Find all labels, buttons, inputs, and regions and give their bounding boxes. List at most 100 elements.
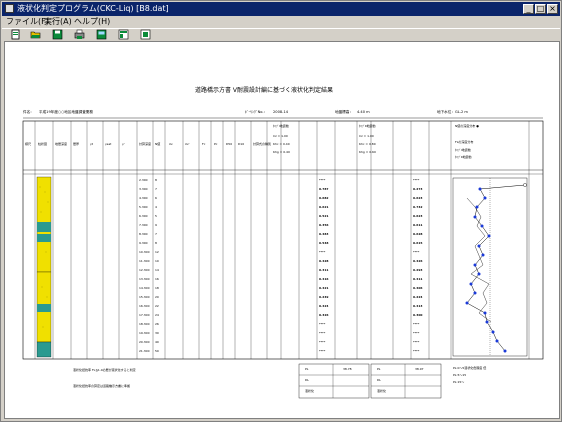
row-n-value: 22 xyxy=(155,304,159,308)
row-calc-depth: 3.300 xyxy=(139,187,148,191)
row-n-value: 14 xyxy=(155,268,159,272)
left-note-2: 液状化抵抗率の算定は道路橋示方書に準拠 xyxy=(73,384,131,388)
menu-run[interactable]: 実行(A) xyxy=(44,16,72,28)
judge2-label: 液状化 xyxy=(377,389,387,393)
row-calc-depth: 9.300 xyxy=(139,241,148,245)
title-bar: 液状化判定プログラム(CKC-Liq) [B8.dat] _ □ × xyxy=(2,2,560,16)
row-calc-depth: 18.300 xyxy=(139,322,150,326)
row-fl-type1: 0.416 xyxy=(319,277,329,281)
elevation-value: 4.40 m xyxy=(357,110,370,114)
row-fl-type2: 0.300 xyxy=(413,313,423,317)
row-fl-type1: 0.621 xyxy=(319,205,329,209)
elevation-label: 地盤標高： xyxy=(335,110,353,114)
row-fl-type1: **** xyxy=(319,331,326,335)
report-view: 道路橋示方書 Ⅴ耐震設計編に基づく液状化判定結果 件名： 平成19年度○○地区地… xyxy=(4,41,560,419)
type2-label: ﾀｲﾌﾟⅡ地震動 xyxy=(359,124,376,128)
row-fl-type2: **** xyxy=(413,340,420,344)
project-label: 件名： xyxy=(23,110,34,114)
maximize-button[interactable]: □ xyxy=(535,4,546,14)
row-calc-depth: 13.300 xyxy=(139,277,150,281)
row-n-value: 7 xyxy=(155,232,157,236)
row-calc-depth: 7.300 xyxy=(139,223,148,227)
row-fl-type2: 0.293 xyxy=(413,268,423,272)
row-fl-type1: 0.682 xyxy=(319,196,329,200)
row-fl-type1: 0.483 xyxy=(319,232,329,236)
app-window: 液状化判定プログラム(CKC-Liq) [B8.dat] _ □ × ファイル(… xyxy=(0,0,562,422)
print-icon[interactable] xyxy=(74,29,85,40)
row-calc-depth: 16.300 xyxy=(139,304,150,308)
new-icon[interactable] xyxy=(10,29,21,40)
row-fl-type1: 0.249 xyxy=(319,295,329,299)
pl2-value: 38.97 xyxy=(415,367,424,371)
row-calc-depth: 12.300 xyxy=(139,268,150,272)
calc-icon[interactable] xyxy=(118,29,129,40)
legend-type2: ﾀｲﾌﾟⅡ地震動 xyxy=(455,155,472,159)
row-calc-depth: 10.300 xyxy=(139,250,150,254)
project-name: 平成19年度○○地区地盤調査業務 xyxy=(39,110,93,114)
row-calc-depth: 17.300 xyxy=(139,313,150,317)
row-fl-type2: 0.742 xyxy=(413,205,423,209)
type2-cz: Cz = 1.00 xyxy=(359,134,374,138)
save-icon[interactable] xyxy=(52,29,63,40)
type1-cz: Cz = 1.00 xyxy=(273,134,288,138)
type2-khg: Khg = 0.60 xyxy=(359,150,376,154)
help-icon[interactable] xyxy=(140,29,151,40)
row-calc-depth: 21.300 xyxy=(139,349,150,353)
row-fl-type2: 0.273 xyxy=(413,187,423,191)
row-fl-type1: **** xyxy=(319,349,326,353)
window-title: 液状化判定プログラム(CKC-Liq) [B8.dat] xyxy=(17,4,169,13)
row-fl-type2: **** xyxy=(413,250,420,254)
open-icon[interactable] xyxy=(30,29,41,40)
row-n-value: 50 xyxy=(155,349,159,353)
menu-file[interactable]: ファイル(F) xyxy=(6,16,49,28)
col-depth: 地層深度 xyxy=(55,142,68,146)
row-n-value: 20 xyxy=(155,295,159,299)
report-title: 道路橋示方書 Ⅴ耐震設計編に基づく液状化判定結果 xyxy=(195,87,334,94)
row-fl-type1: **** xyxy=(319,322,326,326)
row-fl-type2: **** xyxy=(413,331,420,335)
type1-label: ﾀｲﾌﾟⅠ地震動 xyxy=(273,124,289,128)
col-calc-depth: 計算深度 xyxy=(139,142,152,146)
row-n-value: 24 xyxy=(155,313,159,317)
row-fl-type1: 0.548 xyxy=(319,241,329,245)
row-fl-type2: 0.413 xyxy=(413,304,423,308)
input-icon[interactable] xyxy=(96,29,107,40)
close-button[interactable]: × xyxy=(547,4,558,14)
row-fl-type1: 0.326 xyxy=(319,313,329,317)
row-n-value: 16 xyxy=(155,277,159,281)
row-fl-type2: 0.615 xyxy=(413,241,423,245)
type2-khc: Khc = 0.80 xyxy=(359,142,376,146)
type1-khg: Khg = 0.40 xyxy=(273,150,290,154)
row-n-value: 30 xyxy=(155,331,159,335)
row-fl-type2: 0.224 xyxy=(413,295,423,299)
row-fl-type1: 0.428 xyxy=(319,259,329,263)
row-n-value: 26 xyxy=(155,322,159,326)
row-n-value: 8 xyxy=(155,178,157,182)
col-judge: 計算式の種別 xyxy=(253,142,272,146)
note-3: PL:15～ xyxy=(453,380,465,384)
row-fl-type2: **** xyxy=(413,322,420,326)
row-n-value: 12 xyxy=(155,250,159,254)
row-calc-depth: 2.300 xyxy=(139,178,148,182)
row-n-value: 6 xyxy=(155,196,157,200)
legend-title: N値の深度分布 ● xyxy=(455,124,479,128)
dl1-label: DL xyxy=(305,378,309,382)
note-2: PL:5～15 xyxy=(453,373,467,377)
note-1: PL:0～5液状化危険度 低 xyxy=(453,366,487,370)
row-calc-depth: 4.300 xyxy=(139,196,148,200)
row-fl-type2: 0.623 xyxy=(413,196,423,200)
col-pc: Pc xyxy=(214,142,218,146)
row-fl-type2: 0.426 xyxy=(413,259,423,263)
col-fc: Fc xyxy=(202,142,206,146)
row-calc-depth: 14.300 xyxy=(139,286,150,290)
toolbar xyxy=(2,28,560,40)
menu-help[interactable]: ヘルプ(H) xyxy=(74,16,110,28)
row-calc-depth: 15.300 xyxy=(139,295,150,299)
minimize-button[interactable]: _ xyxy=(523,4,534,14)
legend-type1: ﾀｲﾌﾟⅠ地震動 xyxy=(455,148,471,152)
app-icon xyxy=(5,4,14,13)
pl1-label: PL xyxy=(305,367,309,371)
row-n-value: 10 xyxy=(155,259,159,263)
left-note-1: 液状化抵抗率 FL≦1.0の層が液状化すると判定 xyxy=(73,368,136,372)
row-fl-type2: **** xyxy=(413,178,420,182)
